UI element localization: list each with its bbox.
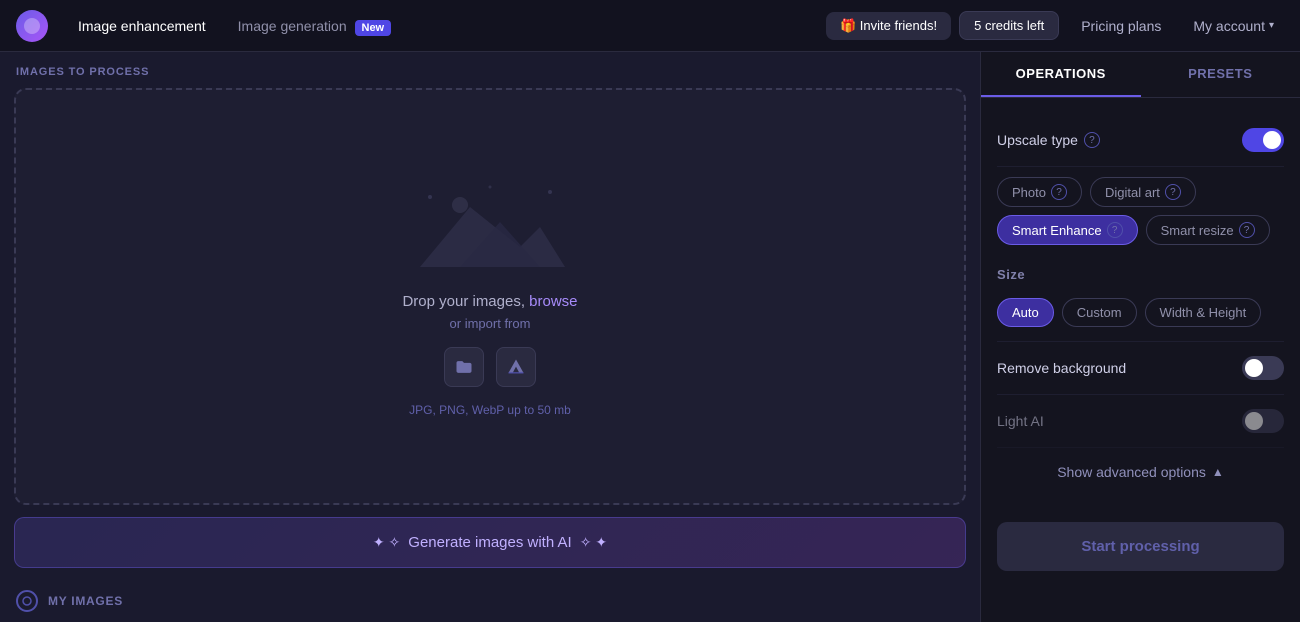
chip-photo[interactable]: Photo ? <box>997 177 1082 207</box>
folder-import-button[interactable] <box>444 347 484 387</box>
size-label: Size <box>997 255 1284 288</box>
chevron-up-icon: ▲ <box>1212 465 1224 479</box>
pricing-button[interactable]: Pricing plans <box>1067 12 1175 40</box>
my-images-icon <box>16 590 38 612</box>
upscale-toggle[interactable] <box>1242 128 1284 152</box>
left-panel: IMAGES TO PROCESS Drop your images, brow… <box>0 52 980 622</box>
folder-icon <box>454 357 474 377</box>
credits-button[interactable]: 5 credits left <box>959 11 1059 40</box>
browse-link[interactable]: browse <box>529 293 577 310</box>
file-types-label: JPG, PNG, WebP up to 50 mb <box>409 403 571 417</box>
chip-custom[interactable]: Custom <box>1062 298 1137 327</box>
tab-presets[interactable]: PRESETS <box>1141 52 1300 97</box>
nav-tab-image-enhancement[interactable]: Image enhancement <box>64 12 220 40</box>
remove-bg-label: Remove background <box>997 360 1126 376</box>
digital-art-info-icon[interactable]: ? <box>1165 184 1181 200</box>
my-images-label: MY IMAGES <box>48 594 123 608</box>
new-badge: New <box>355 20 392 36</box>
remove-bg-section: Remove background <box>997 342 1284 395</box>
show-advanced-row[interactable]: Show advanced options ▲ <box>997 448 1284 496</box>
smart-enhance-info-icon[interactable]: ? <box>1107 222 1123 238</box>
chip-smart-enhance[interactable]: Smart Enhance ? <box>997 215 1138 245</box>
generate-ai-button[interactable]: ✦ ✧ Generate images with AI ✧ ✦ <box>14 517 966 568</box>
tab-operations[interactable]: OPERATIONS <box>981 52 1141 97</box>
light-ai-label: Light AI <box>997 413 1044 429</box>
nav-tab-image-generation[interactable]: Image generation New <box>224 12 405 40</box>
start-processing-button[interactable]: Start processing <box>997 522 1284 571</box>
upscale-type-section: Upscale type ? <box>997 114 1284 167</box>
light-ai-toggle[interactable] <box>1242 409 1284 433</box>
size-chips: Auto Custom Width & Height <box>997 288 1284 337</box>
right-panel: OPERATIONS PRESETS Upscale type ? Photo … <box>980 52 1300 622</box>
upscale-info-icon[interactable]: ? <box>1084 132 1100 148</box>
my-images-row[interactable]: MY IMAGES <box>0 580 980 622</box>
ops-content: Upscale type ? Photo ? Digital art ? Sma… <box>981 98 1300 512</box>
chip-digital-art[interactable]: Digital art ? <box>1090 177 1196 207</box>
light-ai-section: Light AI <box>997 395 1284 448</box>
drop-zone[interactable]: Drop your images, browse or import from … <box>14 88 966 505</box>
upscale-chips: Photo ? Digital art ? Smart Enhance ? Sm… <box>997 167 1284 255</box>
drop-text: Drop your images, browse <box>402 293 577 310</box>
chevron-down-icon: ▾ <box>1269 20 1274 31</box>
images-section-label: IMAGES TO PROCESS <box>0 52 980 88</box>
header: Image enhancement Image generation New 🎁… <box>0 0 1300 52</box>
drive-icon <box>506 357 526 377</box>
sparkle-left-icon: ✦ ✧ <box>373 534 400 551</box>
upload-illustration <box>410 177 570 277</box>
operations-tabs: OPERATIONS PRESETS <box>981 52 1300 98</box>
sparkle-right-icon: ✧ ✦ <box>580 534 607 551</box>
import-text: or import from <box>450 316 531 331</box>
chip-width-height[interactable]: Width & Height <box>1145 298 1262 327</box>
chip-smart-resize[interactable]: Smart resize ? <box>1146 215 1270 245</box>
account-button[interactable]: My account ▾ <box>1183 12 1284 40</box>
import-icons <box>444 347 536 387</box>
invite-button[interactable]: 🎁 Invite friends! <box>826 12 951 40</box>
upscale-label: Upscale type ? <box>997 132 1100 148</box>
main-layout: IMAGES TO PROCESS Drop your images, brow… <box>0 52 1300 622</box>
nav-tabs: Image enhancement Image generation New <box>64 12 405 40</box>
logo <box>16 10 48 42</box>
remove-bg-toggle[interactable] <box>1242 356 1284 380</box>
chip-auto[interactable]: Auto <box>997 298 1054 327</box>
smart-resize-info-icon[interactable]: ? <box>1239 222 1255 238</box>
photo-info-icon[interactable]: ? <box>1051 184 1067 200</box>
drive-import-button[interactable] <box>496 347 536 387</box>
